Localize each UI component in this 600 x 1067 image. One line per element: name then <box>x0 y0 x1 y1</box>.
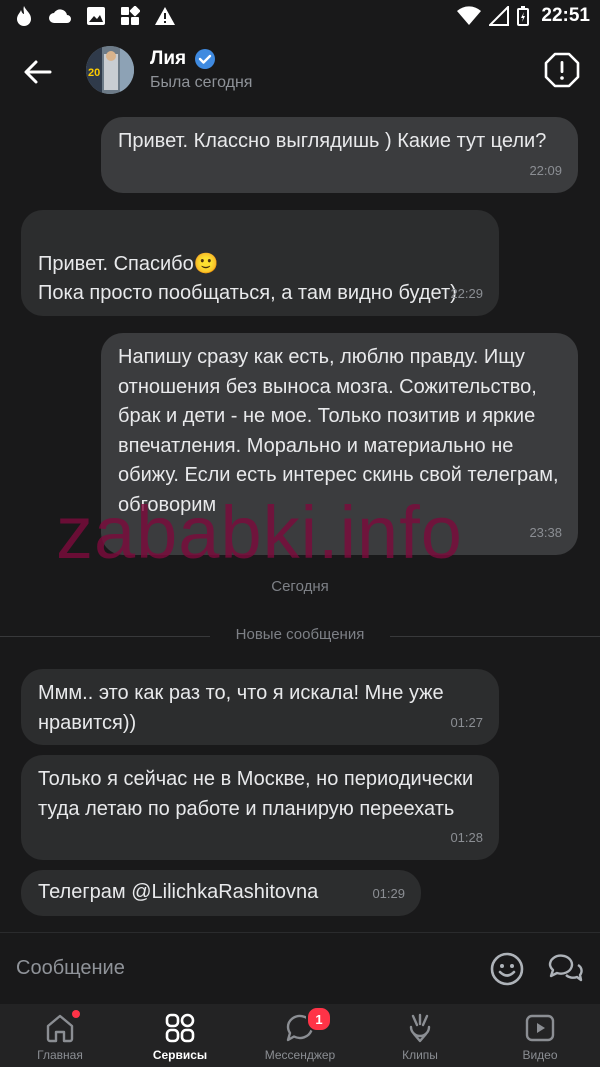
message-time: 23:38 <box>529 524 562 540</box>
emoji-icon[interactable] <box>489 951 525 987</box>
tab-label: Клипы <box>402 1048 438 1062</box>
chat-header: 20 Лия Была сегодня <box>0 34 600 108</box>
date-separator: Сегодня <box>271 578 329 595</box>
notification-dot <box>72 1010 80 1018</box>
message-time: 01:28 <box>450 829 483 845</box>
status-bar: 22:51 <box>0 0 600 34</box>
tab-messenger[interactable]: 1 Мессенджер <box>240 1004 360 1067</box>
message-text: Привет. Классно выглядишь ) Какие тут це… <box>118 130 547 152</box>
services-icon <box>165 1013 195 1043</box>
back-arrow-icon[interactable] <box>20 54 56 90</box>
message-text: Привет. Спасибо🙂 Пока просто пообщаться,… <box>38 252 457 305</box>
message-time: 01:27 <box>450 714 483 730</box>
video-icon <box>525 1014 555 1042</box>
tab-clips[interactable]: Клипы <box>360 1004 480 1067</box>
battery-icon <box>517 6 530 26</box>
clips-icon <box>409 1013 431 1043</box>
tab-video[interactable]: Видео <box>480 1004 600 1067</box>
wifi-icon <box>457 6 482 26</box>
tab-services[interactable]: Сервисы <box>120 1004 240 1067</box>
message-composer: Сообщение <box>0 932 600 1005</box>
clock: 22:51 <box>541 5 590 26</box>
message-incoming[interactable]: Ммм.. это как раз то, что я искала! Мне … <box>21 669 499 745</box>
message-input[interactable]: Сообщение <box>16 957 125 980</box>
tab-label: Мессенджер <box>264 1048 336 1062</box>
tab-label: Видео <box>522 1048 558 1062</box>
message-text: Телеграм @LilichkaRashitovna <box>38 881 319 903</box>
watermark: zababki.info <box>56 491 463 574</box>
warning-icon <box>155 7 175 25</box>
unread-badge: 1 <box>306 1006 332 1032</box>
report-icon[interactable] <box>544 52 580 88</box>
message-incoming[interactable]: Телеграм @LilichkaRashitovna 01:29 <box>21 870 421 916</box>
tab-label: Сервисы <box>152 1048 208 1062</box>
svg-text:20: 20 <box>88 67 100 79</box>
home-icon <box>46 1014 74 1043</box>
message-incoming[interactable]: Только я сейчас не в Москве, но периодич… <box>21 755 499 860</box>
message-outgoing[interactable]: Привет. Классно выглядишь ) Какие тут це… <box>101 117 578 193</box>
new-messages-divider: Новые сообщения <box>0 626 600 646</box>
message-time: 22:29 <box>450 285 483 301</box>
cloud-icon <box>49 9 71 23</box>
message-time: 01:29 <box>372 885 405 901</box>
message-time: 22:09 <box>529 162 562 178</box>
tab-label: Главная <box>37 1048 83 1062</box>
new-messages-label: Новые сообщения <box>235 626 365 643</box>
message-text: Ммм.. это как раз то, что я искала! Мне … <box>38 682 444 734</box>
message-text: Только я сейчас не в Москве, но периодич… <box>38 768 474 820</box>
flame-icon <box>17 6 31 26</box>
contact-name[interactable]: Лия <box>150 48 186 70</box>
online-status: Была сегодня <box>150 74 253 91</box>
signal-icon <box>489 6 510 26</box>
chat-bubbles-icon[interactable] <box>546 951 584 987</box>
image-icon <box>87 7 105 25</box>
tab-home[interactable]: Главная <box>0 1004 120 1067</box>
message-incoming[interactable]: Привет. Спасибо🙂 Пока просто пообщаться,… <box>21 210 499 316</box>
verified-icon <box>195 49 216 69</box>
apps-icon <box>121 6 140 25</box>
bottom-tab-bar: Главная Сервисы 1 Мессенджер Клипы Видео <box>0 1004 600 1067</box>
avatar[interactable]: 20 <box>86 46 134 94</box>
